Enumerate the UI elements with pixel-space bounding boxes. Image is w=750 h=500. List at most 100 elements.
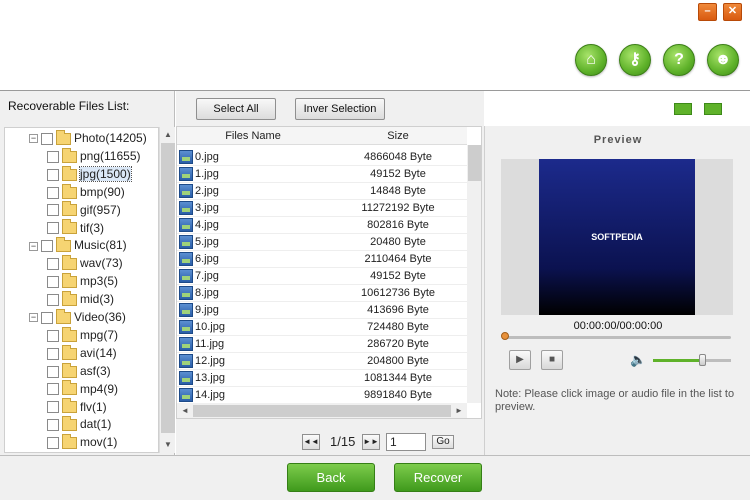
checkbox[interactable] — [47, 329, 59, 342]
tree-item[interactable]: tif(3) — [47, 219, 104, 237]
table-row[interactable]: 10.jpg 724480 Byte — [177, 319, 467, 336]
tree-item[interactable]: avi(14) — [47, 344, 117, 362]
table-row[interactable]: 4.jpg 802816 Byte — [177, 217, 467, 234]
collapse-toggle-icon[interactable]: − — [29, 241, 38, 251]
play-button[interactable]: ▶ — [509, 350, 531, 370]
home-icon[interactable]: ⌂ — [575, 44, 607, 76]
tree-item[interactable]: mp4(9) — [47, 380, 118, 398]
volume-knob[interactable] — [699, 354, 706, 366]
help-icon[interactable]: ? — [663, 44, 695, 76]
table-row[interactable]: 3.jpg 11272192 Byte — [177, 200, 467, 217]
table-row[interactable]: 2.jpg 14848 Byte — [177, 183, 467, 200]
collapse-toggle-icon[interactable]: − — [29, 313, 38, 323]
key-icon[interactable]: ⚷ — [619, 44, 651, 76]
checkbox[interactable] — [47, 222, 59, 235]
page-input[interactable]: 1 — [386, 433, 426, 451]
tree-item[interactable]: − Music(81) — [29, 237, 127, 254]
checkbox[interactable] — [47, 347, 59, 360]
tree-item[interactable]: mp3(5) — [47, 273, 118, 290]
tree-item[interactable]: gif(957) — [47, 201, 121, 219]
checkbox[interactable] — [47, 150, 59, 163]
tree-item[interactable]: bmp(90) — [47, 183, 125, 201]
tree-item[interactable]: flv(1) — [47, 398, 107, 416]
tree-item[interactable]: mpg(7) — [47, 326, 118, 344]
file-name-cell: 2.jpg — [179, 183, 329, 200]
tree-item[interactable]: jpg(1500) — [47, 165, 132, 183]
checkbox[interactable] — [41, 132, 53, 145]
checkbox[interactable] — [47, 293, 59, 306]
file-name: 8.jpg — [195, 287, 219, 299]
table-row[interactable]: 12.jpg 204800 Byte — [177, 353, 467, 370]
back-button[interactable]: Back — [287, 463, 375, 492]
select-all-button[interactable]: Select All — [196, 98, 276, 120]
thumbnail-view-icon[interactable] — [674, 103, 692, 115]
next-page-button[interactable]: ►► — [362, 434, 380, 450]
tree-item[interactable]: asf(3) — [47, 362, 111, 380]
tree-item[interactable]: png(11655) — [47, 147, 141, 165]
file-list-panel: Select All Inver Selection Files Name Si… — [176, 91, 484, 455]
scroll-right-icon[interactable]: ► — [451, 403, 467, 418]
scroll-left-icon[interactable]: ◄ — [177, 403, 193, 418]
checkbox[interactable] — [47, 437, 59, 450]
seek-bar[interactable] — [503, 336, 731, 339]
checkbox[interactable] — [41, 240, 53, 253]
users-icon[interactable]: ☻ — [707, 44, 739, 76]
stop-button[interactable]: ■ — [541, 350, 563, 370]
table-row[interactable]: 7.jpg 49152 Byte — [177, 268, 467, 285]
table-row[interactable]: 6.jpg 2110464 Byte — [177, 251, 467, 268]
table-row[interactable]: 11.jpg 286720 Byte — [177, 336, 467, 353]
column-header-size[interactable]: Size — [329, 127, 467, 145]
tree-item[interactable]: − Photo(14205) — [29, 129, 147, 147]
tree-item[interactable]: mov(1) — [47, 434, 117, 451]
checkbox[interactable] — [47, 258, 59, 271]
tree-item[interactable]: − Video(36) — [29, 308, 126, 326]
checkbox[interactable] — [47, 419, 59, 432]
image-file-icon — [179, 337, 193, 352]
prev-page-button[interactable]: ◄◄ — [302, 434, 320, 450]
tree-item-label: mp3(5) — [80, 274, 119, 289]
checkbox[interactable] — [47, 401, 59, 414]
recover-button[interactable]: Recover — [394, 463, 482, 492]
collapse-toggle-icon[interactable]: − — [29, 134, 38, 144]
volume-slider[interactable] — [653, 359, 731, 362]
table-row[interactable]: 0.jpg 4866048 Byte — [177, 149, 467, 166]
invert-selection-button[interactable]: Inver Selection — [295, 98, 385, 120]
image-file-icon — [179, 303, 193, 318]
checkbox[interactable] — [47, 186, 59, 199]
checkbox[interactable] — [41, 311, 53, 324]
tree-item[interactable]: mid(3) — [47, 290, 114, 308]
tree-item-label: bmp(90) — [80, 184, 125, 199]
table-row[interactable]: 13.jpg 1081344 Byte — [177, 370, 467, 387]
seek-knob[interactable] — [501, 332, 509, 340]
scroll-thumb[interactable] — [161, 143, 175, 433]
go-button[interactable]: Go — [432, 435, 454, 449]
table-scrollbar[interactable] — [467, 145, 481, 403]
list-view-icon[interactable] — [704, 103, 722, 115]
scroll-thumb[interactable] — [468, 145, 481, 181]
table-row[interactable]: 8.jpg 10612736 Byte — [177, 285, 467, 302]
tree-item[interactable]: wav(73) — [47, 255, 123, 272]
time-display: 00:00:00/00:00:00 — [573, 320, 663, 332]
table-row[interactable]: 9.jpg 413696 Byte — [177, 302, 467, 319]
table-row[interactable]: 1.jpg 49152 Byte — [177, 166, 467, 183]
scroll-up-icon[interactable]: ▲ — [160, 127, 176, 143]
tree-item-label: tif(3) — [80, 220, 104, 235]
scroll-thumb[interactable] — [193, 405, 451, 417]
checkbox[interactable] — [47, 365, 59, 378]
tree-scrollbar[interactable]: ▲ ▼ — [159, 127, 175, 453]
close-button[interactable]: ✕ — [723, 3, 742, 21]
column-header-name[interactable]: Files Name — [177, 127, 329, 145]
checkbox[interactable] — [47, 204, 59, 217]
scroll-down-icon[interactable]: ▼ — [160, 437, 176, 453]
checkbox[interactable] — [47, 276, 59, 289]
file-name: 5.jpg — [195, 236, 219, 248]
table-row[interactable]: 14.jpg 9891840 Byte — [177, 387, 467, 404]
checkbox[interactable] — [47, 168, 59, 181]
table-hscrollbar[interactable]: ◄ ► — [177, 403, 467, 418]
tree-item[interactable]: dat(1) — [47, 416, 111, 433]
minimize-button[interactable]: – — [698, 3, 717, 21]
checkbox[interactable] — [47, 383, 59, 396]
table-row[interactable]: 5.jpg 20480 Byte — [177, 234, 467, 251]
file-type-tree[interactable]: − Photo(14205) png(11655) jpg(1500) bmp(90) g… — [4, 127, 159, 453]
volume-icon[interactable]: 🔈 — [630, 352, 646, 368]
